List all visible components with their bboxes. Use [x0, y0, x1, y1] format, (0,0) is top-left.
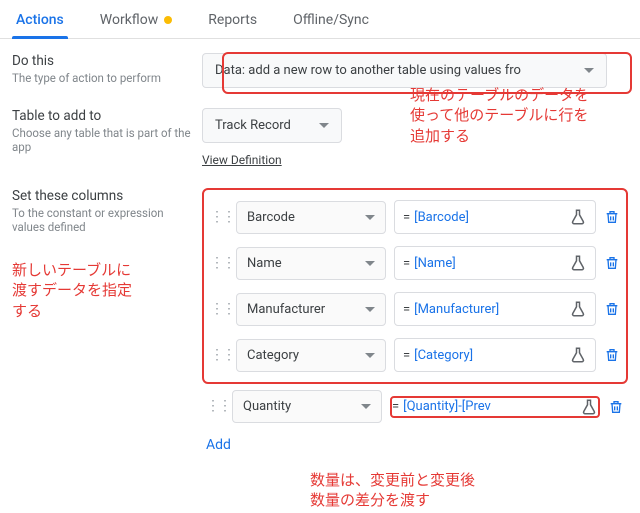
- flask-icon: [569, 346, 587, 364]
- equals-sign: =: [392, 399, 399, 414]
- drag-handle-icon[interactable]: [210, 352, 228, 359]
- table-to-title: Table to add to: [12, 108, 192, 124]
- column-name: Barcode: [247, 210, 295, 225]
- add-button[interactable]: Add: [202, 429, 235, 461]
- drag-handle-icon[interactable]: [210, 214, 228, 221]
- flask-icon: [580, 398, 598, 416]
- column-name: Name: [247, 256, 282, 271]
- column-name: Quantity: [243, 399, 291, 414]
- drag-handle-icon[interactable]: [206, 403, 224, 410]
- tab-reports[interactable]: Reports: [204, 6, 261, 38]
- column-mapping-row: Category = [Category]: [206, 332, 624, 378]
- set-cols-sub: To the constant or expression values def…: [12, 206, 192, 235]
- action-type-value: Data: add a new row to another table usi…: [215, 63, 521, 78]
- view-definition-link[interactable]: View Definition: [202, 153, 282, 167]
- drag-handle-icon[interactable]: [210, 306, 228, 313]
- chevron-down-icon: [365, 307, 375, 312]
- expression-value: [Name]: [414, 256, 456, 271]
- table-select-value: Track Record: [215, 118, 291, 133]
- column-select[interactable]: Manufacturer: [236, 293, 386, 326]
- set-columns-row: Set these columns To the constant or exp…: [12, 188, 628, 461]
- expression-value: [Quantity]-[Prev: [403, 399, 491, 414]
- columns-box: Barcode = [Barcode] Name = [Name] Manufacturer…: [202, 188, 628, 384]
- trash-icon[interactable]: [604, 209, 620, 225]
- drag-handle-icon[interactable]: [210, 260, 228, 267]
- do-this-title: Do this: [12, 53, 192, 69]
- tab-workflow[interactable]: Workflow: [96, 6, 177, 38]
- annotation-left: 新しいテーブルに 渡すデータを指定 する: [12, 260, 182, 321]
- chevron-down-icon: [361, 404, 371, 409]
- equals-sign: =: [403, 302, 410, 317]
- column-select[interactable]: Name: [236, 247, 386, 280]
- trash-icon[interactable]: [604, 301, 620, 317]
- expression-input[interactable]: = [Manufacturer]: [394, 292, 596, 326]
- column-mapping-row: Name = [Name]: [206, 240, 624, 286]
- annotation-top: 現在のテーブルのデータを 使って他のテーブルに行を 追加する: [410, 85, 630, 146]
- do-this-sub: The type of action to perform: [12, 71, 192, 85]
- tabs-bar: Actions Workflow Reports Offline/Sync: [0, 0, 640, 39]
- column-mapping-row: Barcode = [Barcode]: [206, 194, 624, 240]
- column-select[interactable]: Barcode: [236, 201, 386, 234]
- flask-icon: [569, 254, 587, 272]
- expression-value: [Barcode]: [414, 210, 469, 225]
- column-name: Manufacturer: [247, 302, 325, 317]
- equals-sign: =: [403, 348, 410, 363]
- workflow-dot-icon: [164, 16, 172, 24]
- trash-icon[interactable]: [608, 399, 624, 415]
- trash-icon[interactable]: [604, 347, 620, 363]
- action-type-select[interactable]: Data: add a new row to another table usi…: [202, 53, 607, 88]
- chevron-down-icon: [365, 215, 375, 220]
- set-cols-title: Set these columns: [12, 188, 192, 204]
- chevron-down-icon: [319, 123, 329, 128]
- column-name: Category: [247, 348, 299, 363]
- column-mapping-row: Manufacturer = [Manufacturer]: [206, 286, 624, 332]
- column-select[interactable]: Quantity: [232, 390, 382, 423]
- table-to-sub: Choose any table that is part of the app: [12, 126, 192, 155]
- column-select[interactable]: Category: [236, 339, 386, 372]
- expression-value: [Category]: [414, 348, 473, 363]
- do-this-row: Do this The type of action to perform Da…: [12, 53, 628, 88]
- expression-input[interactable]: = [Name]: [394, 246, 596, 280]
- expression-value: [Manufacturer]: [414, 302, 499, 317]
- trash-icon[interactable]: [604, 255, 620, 271]
- flask-icon: [569, 300, 587, 318]
- annotation-bottom: 数量は、変更前と変更後 数量の差分を渡す: [310, 470, 630, 511]
- tab-offline[interactable]: Offline/Sync: [289, 6, 373, 38]
- expression-input[interactable]: = [Quantity]-[Prev: [390, 396, 600, 418]
- table-select[interactable]: Track Record: [202, 108, 342, 143]
- chevron-down-icon: [365, 353, 375, 358]
- flask-icon: [569, 208, 587, 226]
- equals-sign: =: [403, 256, 410, 271]
- equals-sign: =: [403, 210, 410, 225]
- column-mapping-row: Quantity = [Quantity]-[Prev: [202, 384, 628, 429]
- tab-workflow-label: Workflow: [100, 12, 159, 28]
- expression-input[interactable]: = [Barcode]: [394, 200, 596, 234]
- expression-input[interactable]: = [Category]: [394, 338, 596, 372]
- chevron-down-icon: [584, 68, 594, 73]
- chevron-down-icon: [365, 261, 375, 266]
- tab-actions[interactable]: Actions: [12, 6, 68, 38]
